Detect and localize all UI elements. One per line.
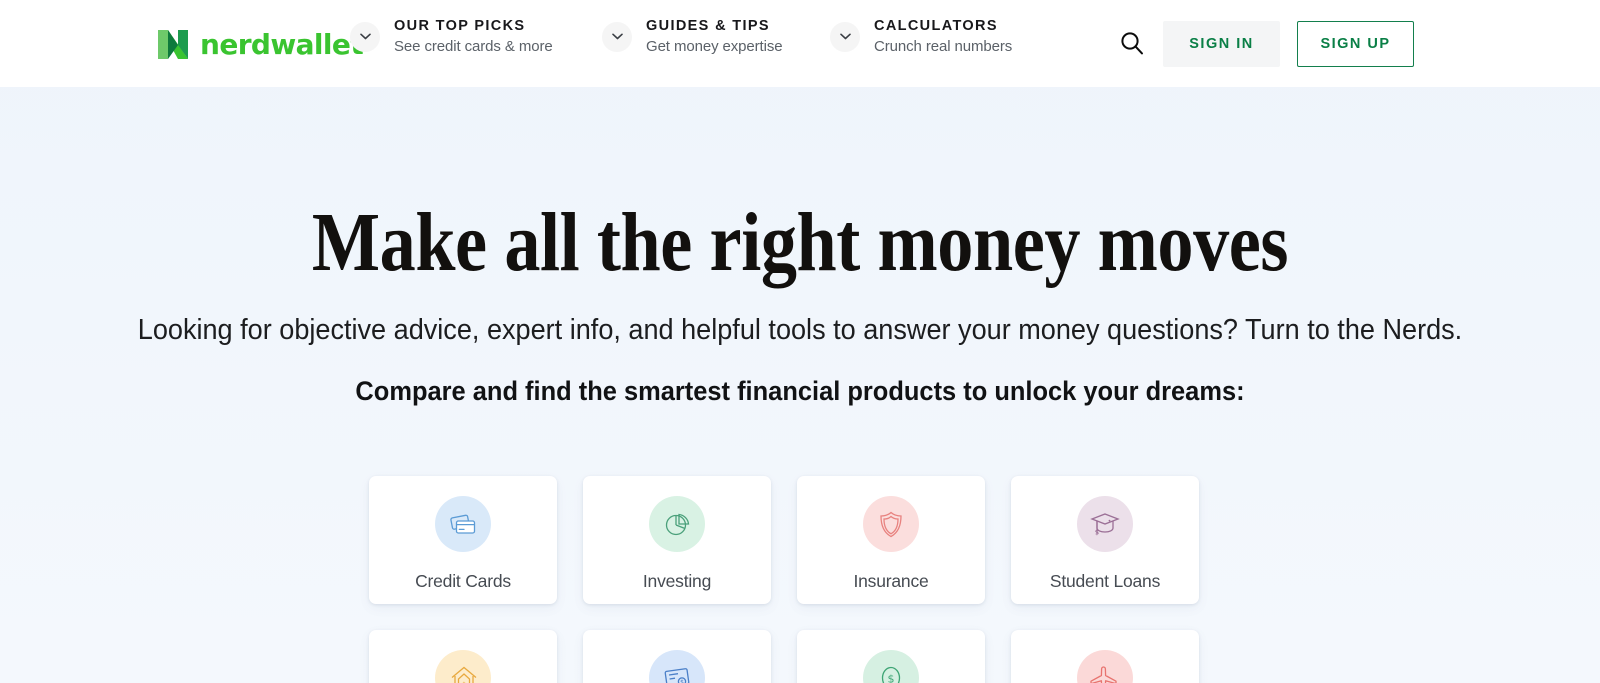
- nav-item-subtitle: Get money expertise: [646, 37, 783, 55]
- svg-text:$: $: [680, 679, 684, 683]
- site-header: nerdwallet OUR TOP PICKS See credit card…: [0, 0, 1600, 87]
- category-card-mortgages[interactable]: $ Mortgages: [369, 630, 557, 683]
- nav-item-our-top-picks[interactable]: OUR TOP PICKS See credit cards & more: [350, 18, 553, 56]
- nav-item-title: GUIDES & TIPS: [646, 18, 770, 34]
- category-card-student-loans[interactable]: $ Student Loans: [1011, 476, 1199, 604]
- nav-item-title: CALCULATORS: [874, 18, 998, 34]
- category-card-credit-cards[interactable]: Credit Cards: [369, 476, 557, 604]
- credit-cards-icon: [435, 496, 491, 552]
- search-button[interactable]: [1117, 28, 1147, 58]
- nav-item-title: OUR TOP PICKS: [394, 18, 526, 34]
- category-label: Student Loans: [1049, 571, 1161, 591]
- category-card-investing[interactable]: Investing: [583, 476, 771, 604]
- nav-item-calculators[interactable]: CALCULATORS Crunch real numbers: [830, 18, 1012, 56]
- category-card-personal-loans[interactable]: $ Personal Loans: [797, 630, 985, 683]
- chevron-down-icon[interactable]: [602, 21, 632, 52]
- airplane-icon: [1077, 650, 1133, 683]
- hero-cta-line: Compare and find the smartest financial …: [355, 375, 1245, 406]
- hero-subtitle: Looking for objective advice, expert inf…: [137, 313, 1463, 346]
- page-title: Make all the right money moves: [311, 196, 1289, 289]
- house-icon: $: [435, 650, 491, 683]
- search-icon: [1121, 32, 1143, 55]
- category-card-insurance[interactable]: Insurance: [797, 476, 985, 604]
- hero-section: Make all the right money moves Looking f…: [0, 87, 1600, 407]
- nerdwallet-logo-link[interactable]: nerdwallet: [157, 27, 364, 61]
- sign-up-button[interactable]: SIGN UP: [1297, 21, 1414, 67]
- page-root: nerdwallet OUR TOP PICKS See credit card…: [0, 0, 1600, 683]
- shield-icon: [863, 496, 919, 552]
- logo-wordmark: nerdwallet: [200, 27, 364, 61]
- graduation-cap-icon: $: [1077, 496, 1133, 552]
- svg-text:$: $: [1095, 529, 1099, 537]
- category-label: Insurance: [853, 571, 929, 591]
- sign-in-button[interactable]: SIGN IN: [1163, 21, 1280, 67]
- category-card-banking[interactable]: $ Banking: [583, 630, 771, 683]
- nav-item-subtitle: Crunch real numbers: [874, 37, 1013, 55]
- chevron-down-icon[interactable]: [350, 21, 380, 52]
- nav-item-guides-tips[interactable]: GUIDES & TIPS Get money expertise: [602, 18, 783, 56]
- chevron-down-icon[interactable]: [830, 21, 860, 52]
- check-money-icon: $: [649, 650, 705, 683]
- category-label: Investing: [642, 571, 712, 591]
- svg-text:$: $: [888, 673, 895, 683]
- nerdwallet-n-logo-icon: [158, 30, 188, 59]
- category-card-travel[interactable]: Travel: [1011, 630, 1199, 683]
- nav-item-subtitle: See credit cards & more: [394, 37, 553, 55]
- dollar-coin-icon: $: [863, 650, 919, 683]
- pie-chart-icon: [649, 496, 705, 552]
- category-card-grid: Credit Cards Investing Insurance $ Stude…: [369, 476, 1199, 683]
- category-label: Credit Cards: [415, 571, 511, 591]
